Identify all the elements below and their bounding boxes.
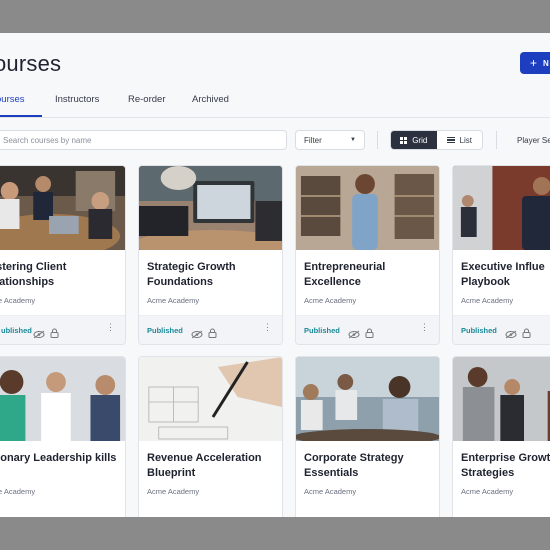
course-title: Revenue Acceleration Blueprint (147, 452, 262, 479)
course-card[interactable]: Strategic Growth Foundations Acme Academ… (138, 165, 283, 345)
grid-icon (400, 136, 408, 144)
course-title: Entrepreneurial Excellence (304, 261, 386, 288)
lock-icon[interactable] (365, 325, 374, 343)
course-thumbnail (139, 357, 282, 441)
lock-icon[interactable] (208, 325, 217, 343)
chevron-down-icon: ▼ (350, 137, 356, 143)
course-title: astering Client elationships (0, 261, 67, 288)
divider (496, 131, 497, 149)
course-org: Acme Academy (461, 296, 514, 305)
grid-label: Grid (412, 135, 428, 145)
app-window: ourses + N ourses Instructors Re-order A… (0, 33, 550, 517)
card-footer: Published (453, 315, 550, 344)
course-thumbnail (139, 166, 282, 250)
eye-off-icon[interactable] (33, 326, 45, 344)
course-thumbnail (453, 166, 550, 250)
filter-dropdown[interactable]: Filter ▼ (295, 130, 365, 150)
list-view-button[interactable]: List (437, 131, 483, 149)
eye-off-icon[interactable] (505, 326, 517, 344)
status-badge: Published (461, 326, 497, 335)
course-card[interactable]: astering Client elationships cme Academy… (0, 165, 126, 345)
tab-courses[interactable]: ourses (0, 94, 25, 105)
search-input[interactable]: Search courses by name (0, 130, 287, 150)
course-title: Strategic Growth Foundations (147, 261, 236, 288)
page-title: ourses (0, 51, 62, 76)
tab-archived[interactable]: Archived (192, 94, 229, 105)
course-title: Enterprise Growt Strategies (461, 452, 550, 479)
course-card[interactable]: Executive Influe Playbook Acme Academy P… (452, 165, 550, 345)
course-thumbnail (0, 166, 125, 250)
tab-bar: ourses Instructors Re-order Archived (0, 91, 550, 118)
course-card[interactable]: Enterprise Growt Strategies Acme Academy (452, 356, 550, 517)
course-thumbnail (453, 357, 550, 441)
eye-off-icon[interactable] (348, 326, 360, 344)
course-card[interactable]: Corporate Strategy Essentials Acme Acade… (295, 356, 440, 517)
lock-icon[interactable] (50, 325, 59, 343)
course-org: Acme Academy (304, 487, 357, 496)
course-title: isionary Leadership kills (0, 452, 117, 464)
tab-instructors[interactable]: Instructors (55, 94, 99, 105)
course-card[interactable]: isionary Leadership kills cme Academy (0, 356, 126, 517)
active-tab-indicator (0, 115, 42, 117)
course-org: cme Academy (0, 487, 36, 496)
course-thumbnail (296, 357, 439, 441)
course-title: Corporate Strategy Essentials (304, 452, 404, 479)
course-card[interactable]: Revenue Acceleration Blueprint Acme Acad… (138, 356, 283, 517)
new-course-label: N (543, 58, 549, 68)
player-settings-button[interactable]: Player Se (517, 136, 550, 145)
course-org: Acme Academy (461, 487, 514, 496)
card-footer: Published ⋮ (139, 315, 282, 344)
more-options-icon[interactable]: ⋮ (420, 323, 429, 332)
course-thumbnail (296, 166, 439, 250)
more-options-icon[interactable]: ⋮ (106, 323, 115, 332)
card-footer: ublished ⋮ (0, 315, 125, 344)
eye-off-icon[interactable] (191, 326, 203, 344)
course-card[interactable]: Entrepreneurial Excellence Acme Academy … (295, 165, 440, 345)
more-options-icon[interactable]: ⋮ (263, 323, 272, 332)
course-org: cme Academy (0, 296, 36, 305)
lock-icon[interactable] (522, 325, 531, 343)
plus-icon: + (530, 56, 538, 70)
status-badge: ublished (1, 326, 32, 335)
tab-reorder[interactable]: Re-order (128, 94, 166, 105)
course-title: Executive Influe Playbook (461, 261, 545, 288)
list-icon (446, 136, 455, 144)
list-label: List (459, 135, 472, 145)
course-org: Acme Academy (147, 487, 200, 496)
course-org: Acme Academy (304, 296, 357, 305)
divider (377, 131, 378, 149)
course-thumbnail (0, 357, 125, 441)
view-toggle: Grid List (390, 130, 483, 150)
status-badge: Published (304, 326, 340, 335)
card-footer: Published ⋮ (296, 315, 439, 344)
filter-label: Filter (304, 135, 322, 145)
course-org: Acme Academy (147, 296, 200, 305)
new-course-button[interactable]: + N (520, 52, 550, 74)
grid-view-button[interactable]: Grid (391, 131, 437, 149)
status-badge: Published (147, 326, 183, 335)
